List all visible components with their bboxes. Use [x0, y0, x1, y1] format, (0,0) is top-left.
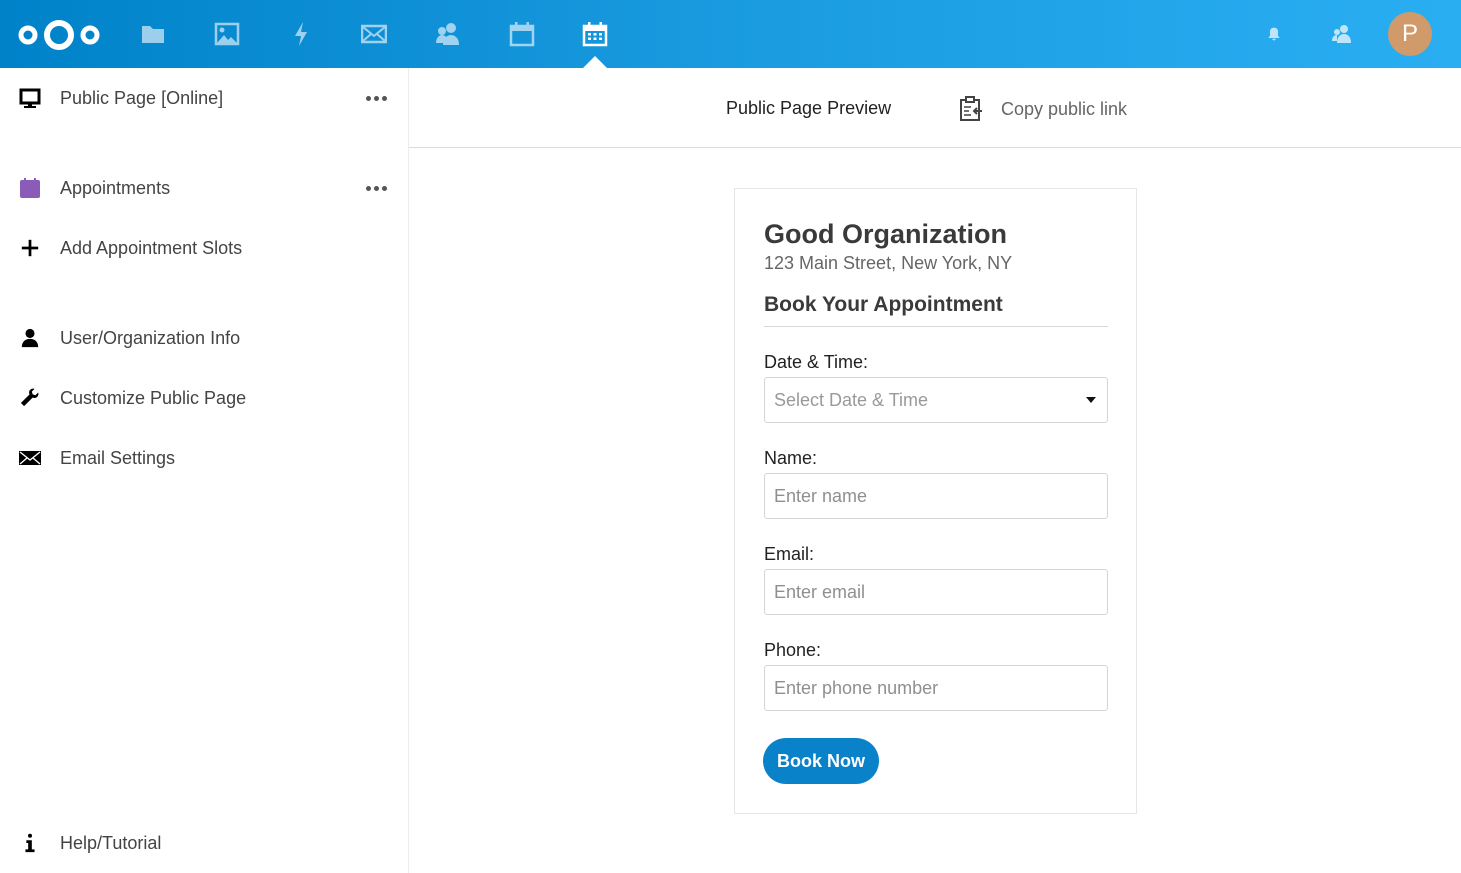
user-avatar[interactable]: P: [1388, 12, 1432, 56]
phone-label: Phone:: [764, 640, 822, 660]
user-icon: [18, 326, 42, 350]
top-header: P: [0, 0, 1461, 68]
app-calendar[interactable]: [508, 20, 536, 48]
sidebar-item-label: Email Settings: [60, 447, 176, 468]
sidebar: Public Page [Online] Appointments Add Ap…: [0, 68, 409, 873]
app-mail[interactable]: [360, 20, 388, 48]
sidebar-item-label: Appointments: [60, 177, 171, 198]
sidebar-item-help[interactable]: Help/Tutorial: [0, 821, 408, 865]
more-options-icon[interactable]: [362, 178, 390, 198]
datetime-select[interactable]: Select Date & Time: [764, 377, 1108, 423]
datetime-label: Date & Time:: [764, 352, 869, 372]
preview-title: Public Page Preview: [726, 98, 892, 118]
preview-toolbar: Public Page Preview Copy public link: [409, 68, 1461, 148]
app-activity[interactable]: [287, 20, 315, 48]
app-photos[interactable]: [213, 20, 241, 48]
contacts-icon: [1332, 25, 1351, 43]
sidebar-item-label: User/Organization Info: [60, 327, 241, 348]
datetime-select-value: Select Date & Time: [774, 389, 929, 410]
sidebar-item-user-info[interactable]: User/Organization Info: [0, 316, 408, 360]
copy-public-link-button[interactable]: Copy public link: [959, 94, 1127, 124]
bell-icon: [1268, 27, 1280, 41]
sidebar-item-email-settings[interactable]: Email Settings: [0, 436, 408, 480]
title-divider: [764, 326, 1108, 327]
sidebar-item-label: Public Page [Online]: [60, 87, 224, 108]
lightning-icon: [295, 22, 307, 46]
organization-address: 123 Main Street, New York, NY: [764, 253, 1013, 273]
calendar-icon: [18, 176, 42, 200]
sidebar-item-add-slots[interactable]: Add Appointment Slots: [0, 226, 408, 270]
email-label: Email:: [764, 544, 815, 564]
more-options-icon[interactable]: [362, 88, 390, 108]
image-icon: [214, 22, 240, 46]
sidebar-item-public-page[interactable]: Public Page [Online]: [0, 76, 408, 120]
app-contacts[interactable]: [434, 20, 462, 48]
form-title: Book Your Appointment: [764, 293, 1003, 316]
name-input[interactable]: [764, 473, 1108, 519]
name-label: Name:: [764, 448, 818, 468]
phone-input[interactable]: [764, 665, 1108, 711]
nextcloud-logo[interactable]: [16, 17, 102, 53]
sidebar-item-appointments[interactable]: Appointments: [0, 166, 408, 210]
sidebar-item-customize[interactable]: Customize Public Page: [0, 376, 408, 420]
copy-public-link-label: Copy public link: [1001, 98, 1128, 119]
sidebar-item-label: Help/Tutorial: [60, 832, 162, 853]
book-now-button[interactable]: Book Now: [763, 738, 879, 784]
mail-icon: [361, 24, 387, 44]
clipboard-icon: [960, 96, 982, 121]
chevron-down-icon: [1086, 397, 1096, 403]
info-icon: [18, 831, 42, 855]
calendar-grid-icon: [582, 22, 608, 47]
wrench-icon: [18, 386, 42, 410]
contacts-icon: [436, 23, 459, 45]
calendar-icon: [509, 22, 535, 47]
logo-icon: [18, 20, 100, 50]
app-files[interactable]: [139, 20, 167, 48]
folder-icon: [142, 26, 164, 43]
sidebar-item-label: Customize Public Page: [60, 387, 247, 408]
notifications-button[interactable]: [1264, 24, 1284, 44]
active-app-indicator: [583, 56, 607, 68]
app-appointments[interactable]: [581, 20, 609, 48]
plus-icon: [18, 236, 42, 260]
sidebar-item-label: Add Appointment Slots: [60, 237, 243, 258]
organization-name: Good Organization: [764, 219, 1007, 249]
contacts-menu-button[interactable]: [1332, 24, 1352, 44]
email-input[interactable]: [764, 569, 1108, 615]
mail-icon: [18, 446, 42, 470]
booking-form-card: Good Organization 123 Main Street, New Y…: [734, 188, 1137, 814]
monitor-icon: [18, 86, 42, 110]
